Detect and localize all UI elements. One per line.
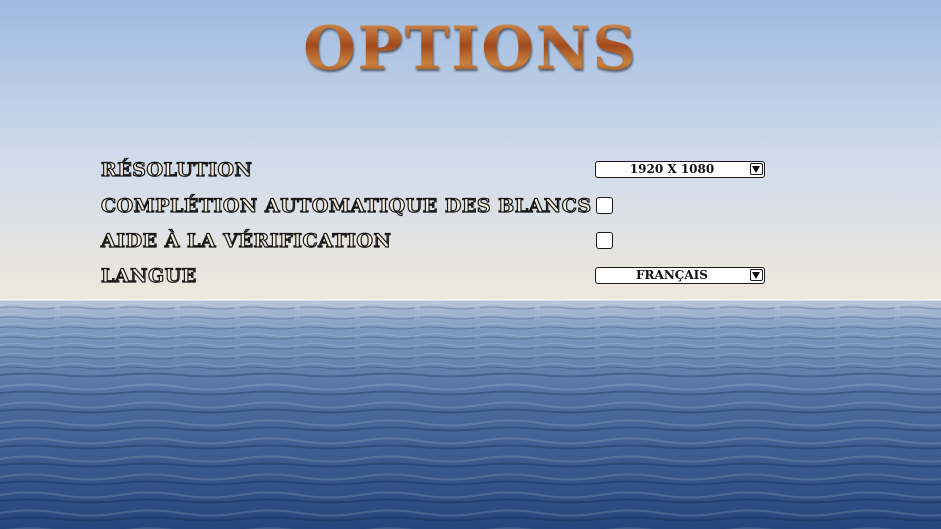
resolution-label: Résolution — [100, 158, 253, 181]
verification-checkbox[interactable] — [596, 232, 613, 249]
dropdown-arrow-icon[interactable] — [750, 163, 763, 175]
resolution-value: 1920 x 1080 — [629, 162, 715, 176]
dropdown-arrow-icon[interactable] — [750, 269, 763, 281]
language-label: Langue — [100, 264, 197, 287]
verification-label: Aide à la vérification — [100, 229, 392, 252]
page-title: OPTIONS — [0, 14, 941, 84]
autocomplete-checkbox[interactable] — [596, 197, 613, 214]
autocomplete-label: Complétion automatique des blancs — [100, 194, 592, 217]
language-dropdown[interactable]: Français — [595, 267, 765, 284]
resolution-dropdown[interactable]: 1920 x 1080 — [595, 161, 765, 178]
language-value: Français — [636, 268, 708, 282]
